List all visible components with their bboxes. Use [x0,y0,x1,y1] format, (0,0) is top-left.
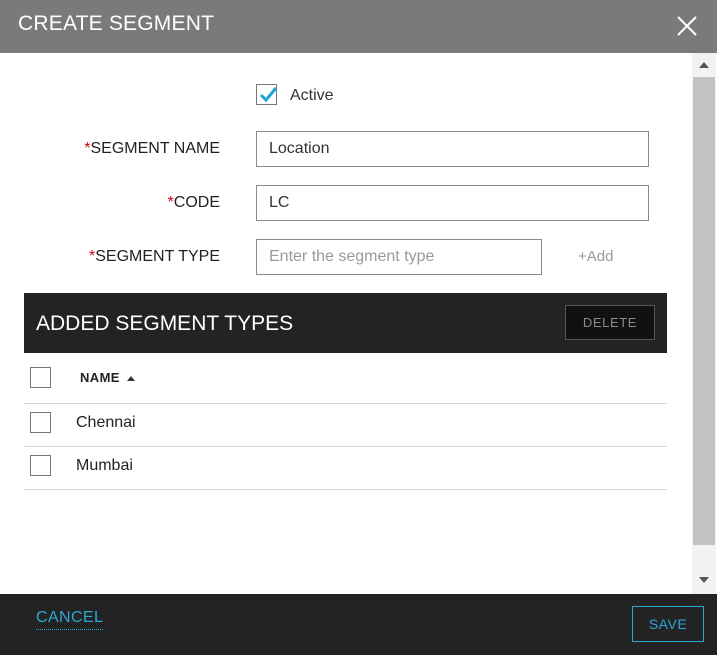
dialog-footer: CANCEL SAVE [0,594,717,655]
dialog-header: CREATE SEGMENT [0,0,717,53]
section-title: ADDED SEGMENT TYPES [36,312,294,335]
row-checkbox[interactable] [30,412,51,433]
close-icon[interactable] [672,11,702,41]
delete-button[interactable]: DELETE [565,305,655,340]
segment-type-input[interactable] [256,239,542,275]
select-all-checkbox[interactable] [30,367,51,388]
dialog-title: CREATE SEGMENT [18,12,215,35]
scrollbar-thumb[interactable] [693,77,715,545]
code-input[interactable] [256,185,649,221]
vertical-scrollbar[interactable] [692,53,716,594]
segment-type-label: *SEGMENT TYPE [88,248,220,265]
active-checkbox[interactable] [256,84,278,105]
table-row-name: Mumbai [76,457,133,474]
active-label: Active [290,87,334,104]
column-header-name[interactable]: NAME [80,370,120,385]
scroll-up-arrow-icon[interactable] [699,62,709,68]
row-divider [24,403,667,404]
add-segment-type-link[interactable]: +Add [578,248,613,265]
table-row-name: Chennai [76,414,136,431]
code-label: *CODE [167,194,220,211]
sort-ascending-icon[interactable] [127,376,135,381]
row-divider [24,489,667,490]
cancel-button[interactable]: CANCEL [36,609,104,630]
row-checkbox[interactable] [30,455,51,476]
row-divider [24,446,667,447]
segment-name-label: *SEGMENT NAME [84,140,220,157]
checkmark-icon [259,87,278,103]
added-segment-types-header: ADDED SEGMENT TYPES DELETE [24,293,667,353]
save-button[interactable]: SAVE [632,606,704,642]
segment-name-input[interactable] [256,131,649,167]
scroll-down-arrow-icon[interactable] [699,577,709,583]
